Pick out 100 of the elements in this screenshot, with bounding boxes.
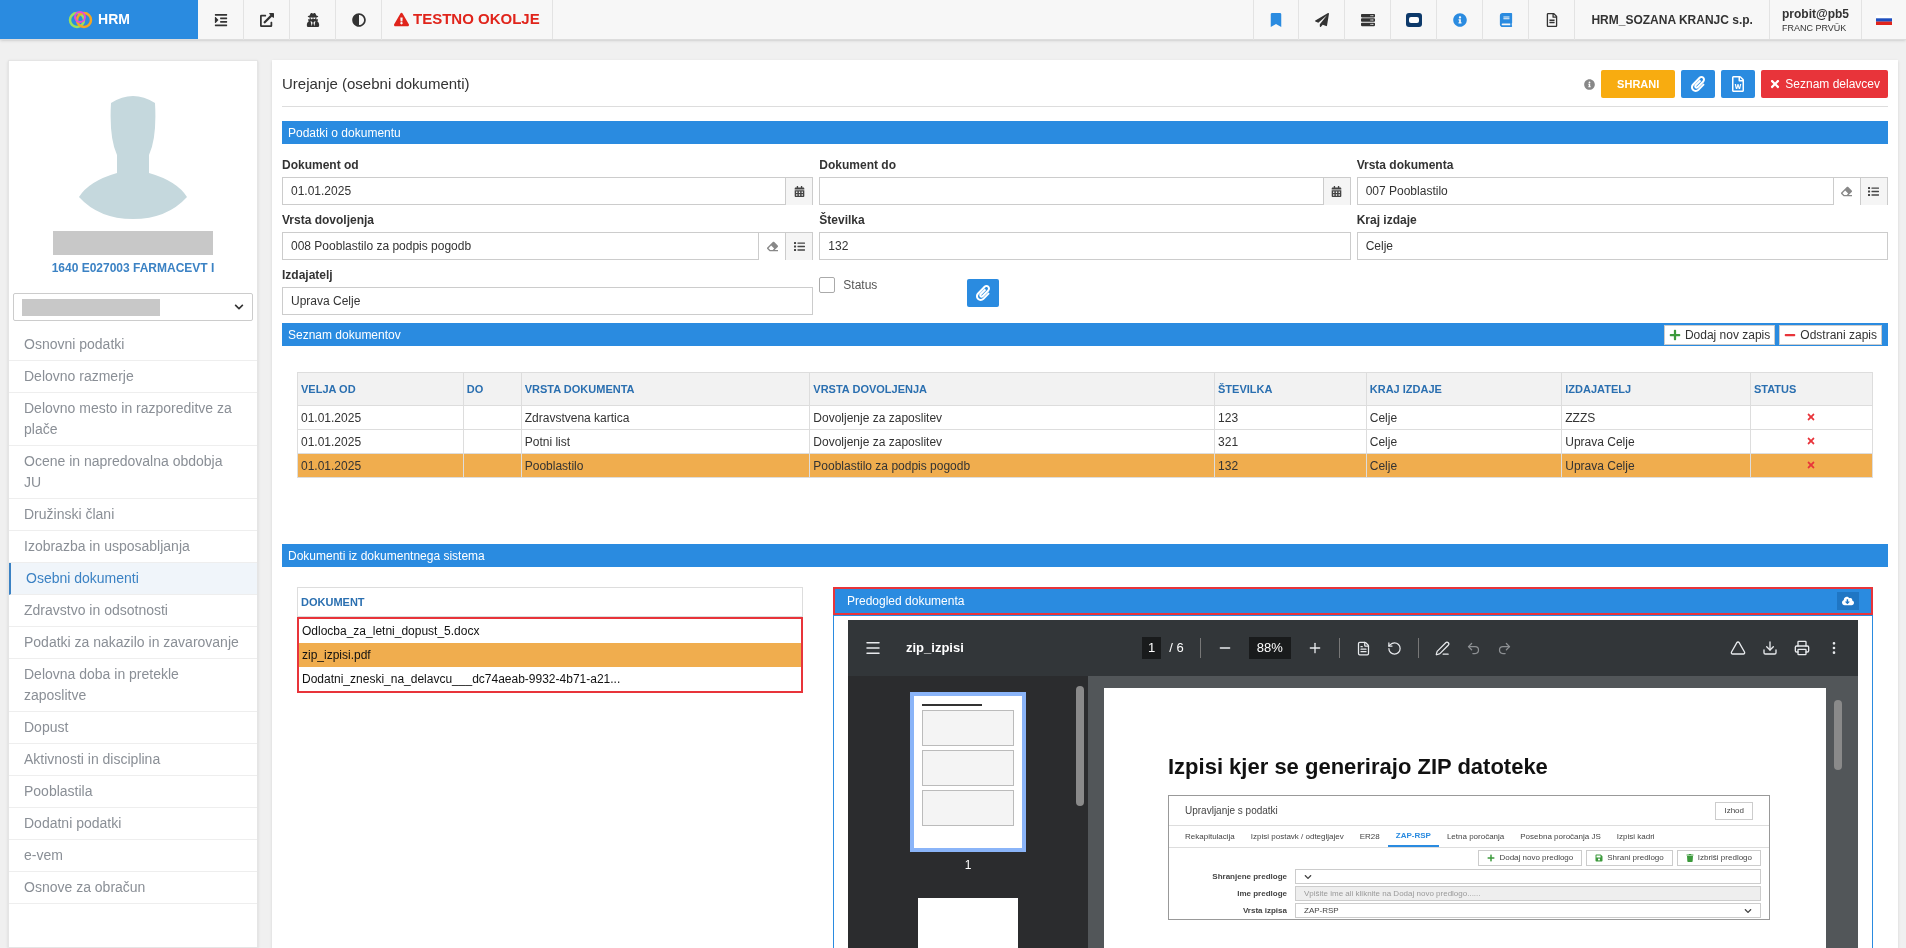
sidebar-item[interactable]: Družinski člani: [9, 499, 257, 531]
plus-icon: [1487, 854, 1496, 862]
eraser-icon[interactable]: [1833, 178, 1860, 205]
text-field[interactable]: 01.01.2025: [282, 177, 814, 205]
tab-label: Izpisi postavk / odtegljajev: [1249, 830, 1345, 843]
file-item[interactable]: zip_izpisi.pdf: [299, 643, 801, 667]
table-cell: 01.01.2025: [301, 434, 362, 449]
field-label: Dokument od: [282, 157, 360, 174]
company-name: HRM_SOZANA KRANJC s.p.: [1575, 0, 1770, 39]
scrollbar[interactable]: [1076, 686, 1084, 806]
page-count: / 6: [1169, 639, 1184, 658]
field-label: Kraj izdaje: [1356, 212, 1418, 229]
field-label: Izdajatelj: [282, 267, 334, 284]
zoom-input[interactable]: 88%: [1248, 637, 1291, 659]
column-header[interactable]: DOKUMENT: [297, 587, 803, 617]
sidebar-item[interactable]: Dodatni podatki: [9, 808, 257, 840]
menu-icon[interactable]: [864, 639, 882, 657]
position-label: 1640 E027003 FARMACEVT I: [51, 260, 215, 277]
sidebar-item[interactable]: Osebni dokumenti: [9, 563, 257, 595]
fit-page-icon[interactable]: [1355, 640, 1371, 656]
sidebar-item[interactable]: Delovno razmerje: [9, 361, 257, 393]
add-record-button[interactable]: Dodaj nov zapis: [1663, 324, 1776, 345]
form-label: Vrsta izpisa: [1241, 904, 1287, 917]
input-field: Vpišite ime ali kliknite na Dodaj novo predlogo......: [1295, 886, 1761, 901]
sidebar-item[interactable]: Delovna doba in pretekle zaposlitve: [9, 659, 257, 712]
table-row[interactable]: 01.01.2025 Potni list Dovoljenje za zaposlitev 321 Celje Uprava Celje: [297, 429, 1873, 454]
text-field[interactable]: 008 Pooblastilo za podpis pogodb: [282, 232, 814, 260]
flag-icon[interactable]: [1876, 14, 1892, 25]
status-label: Status: [843, 277, 878, 294]
table-cell: Celje: [1369, 410, 1398, 425]
field-label: Dokument do: [819, 157, 897, 174]
table-cell: Pooblastilo za podpis pogodb: [813, 458, 971, 473]
page-input[interactable]: 1: [1142, 637, 1162, 659]
floppy-icon: [1595, 854, 1604, 862]
text-field[interactable]: 132: [819, 232, 1351, 260]
print-icon[interactable]: [1794, 640, 1810, 656]
select-field: ZAP-RSP: [1295, 903, 1761, 918]
tab-label: Posebna poročanja JS: [1519, 830, 1602, 843]
table-cell: ZZZS: [1565, 410, 1596, 425]
section-header: Dokumenti iz dokumentnega sistema: [282, 544, 1888, 567]
tab-label: Letna poročanja: [1445, 830, 1506, 843]
table-cell: Uprava Celje: [1565, 458, 1635, 473]
field-label: Vrsta dovoljenja: [282, 212, 376, 229]
sidebar-item[interactable]: Osnove za obračun: [9, 872, 257, 904]
attach-button[interactable]: [967, 279, 1000, 307]
calendar-icon[interactable]: [1322, 178, 1350, 205]
text-field[interactable]: [819, 177, 1351, 205]
page-thumbnail[interactable]: [918, 898, 1018, 948]
download-icon[interactable]: [1762, 640, 1778, 656]
text-field[interactable]: 007 Pooblastilo: [1356, 177, 1888, 205]
employee-list-button[interactable]: Seznam delavcev: [1761, 70, 1888, 98]
table-cell: Dovoljenje za zaposlitev: [813, 434, 943, 449]
app-logo[interactable]: HRM: [0, 0, 198, 39]
list-icon[interactable]: [1860, 178, 1887, 205]
sidebar-item[interactable]: e-vem: [9, 840, 257, 872]
table-cell: Dovoljenje za zaposlitev: [813, 410, 943, 425]
form-label: Ime predloge: [1236, 887, 1287, 900]
pdf-file-name: zip_izpisi: [906, 639, 965, 658]
rotate-icon[interactable]: [1386, 640, 1402, 656]
table-cell: 123: [1218, 410, 1239, 425]
field-label: Vrsta dokumenta: [1356, 157, 1455, 174]
remove-record-button[interactable]: Odstrani zapis: [1779, 324, 1882, 345]
scrollbar[interactable]: [1834, 700, 1842, 770]
section-header: Podatki o dokumentu: [282, 121, 1888, 144]
text-field[interactable]: Uprava Celje: [282, 287, 814, 315]
user-name: FRANC PRVÜK: [1781, 21, 1848, 34]
table-cell: 01.01.2025: [301, 410, 362, 425]
drive-icon[interactable]: [1730, 640, 1746, 656]
sidebar-item[interactable]: Aktivnosti in disciplina: [9, 744, 257, 776]
calendar-icon[interactable]: [785, 178, 813, 205]
page-title: Urejanje (osebni dokumenti): [282, 73, 470, 94]
status-checkbox[interactable]: [819, 277, 836, 293]
sidebar-item[interactable]: Osnovni podatki: [9, 329, 257, 361]
tab-label: Izpisi kadri: [1615, 830, 1656, 843]
table-row[interactable]: 01.01.2025 Zdravstvena kartica Dovoljenje za zaposlitev 123 Celje ZZZS: [297, 405, 1873, 430]
sidebar-item[interactable]: Podatki za nakazilo in zavarovanje: [9, 627, 257, 659]
page-thumbnail[interactable]: [910, 692, 1026, 852]
paperclip-icon: [1690, 76, 1707, 92]
plus-icon: [1668, 328, 1681, 341]
attach-button[interactable]: [1681, 70, 1716, 98]
sidebar-item[interactable]: Ocene in napredovalna obdobja JU: [9, 446, 257, 499]
preview-title: Predogled dokumenta: [847, 593, 965, 610]
table-cell: 132: [1218, 458, 1239, 473]
sidebar-item[interactable]: Delovno mesto in razporeditve za plače: [9, 393, 257, 446]
word-export-button[interactable]: [1721, 70, 1756, 98]
eraser-icon[interactable]: [758, 233, 786, 260]
form-label: Shranjene predloge: [1211, 870, 1287, 883]
annotate-icon[interactable]: [1434, 640, 1450, 656]
sidebar-item[interactable]: Dopust: [9, 712, 257, 744]
logo-text: HRM: [98, 10, 130, 29]
user-login: probit@pb5: [1781, 5, 1849, 22]
table-cell: Potni list: [524, 434, 571, 449]
text-field[interactable]: Celje: [1356, 232, 1888, 260]
table-row[interactable]: 01.01.2025 Pooblastilo Pooblastilo za podpis pogodb 132 Celje Uprava Celje: [297, 453, 1873, 478]
sidebar-item[interactable]: Pooblastila: [9, 776, 257, 808]
cloud-download-icon[interactable]: [1837, 592, 1859, 610]
table-cell: Zdravstvena kartica: [524, 410, 630, 425]
list-icon[interactable]: [785, 233, 813, 260]
sidebar-item[interactable]: Zdravstvo in odsotnosti: [9, 595, 257, 627]
table-cell: 321: [1218, 434, 1239, 449]
